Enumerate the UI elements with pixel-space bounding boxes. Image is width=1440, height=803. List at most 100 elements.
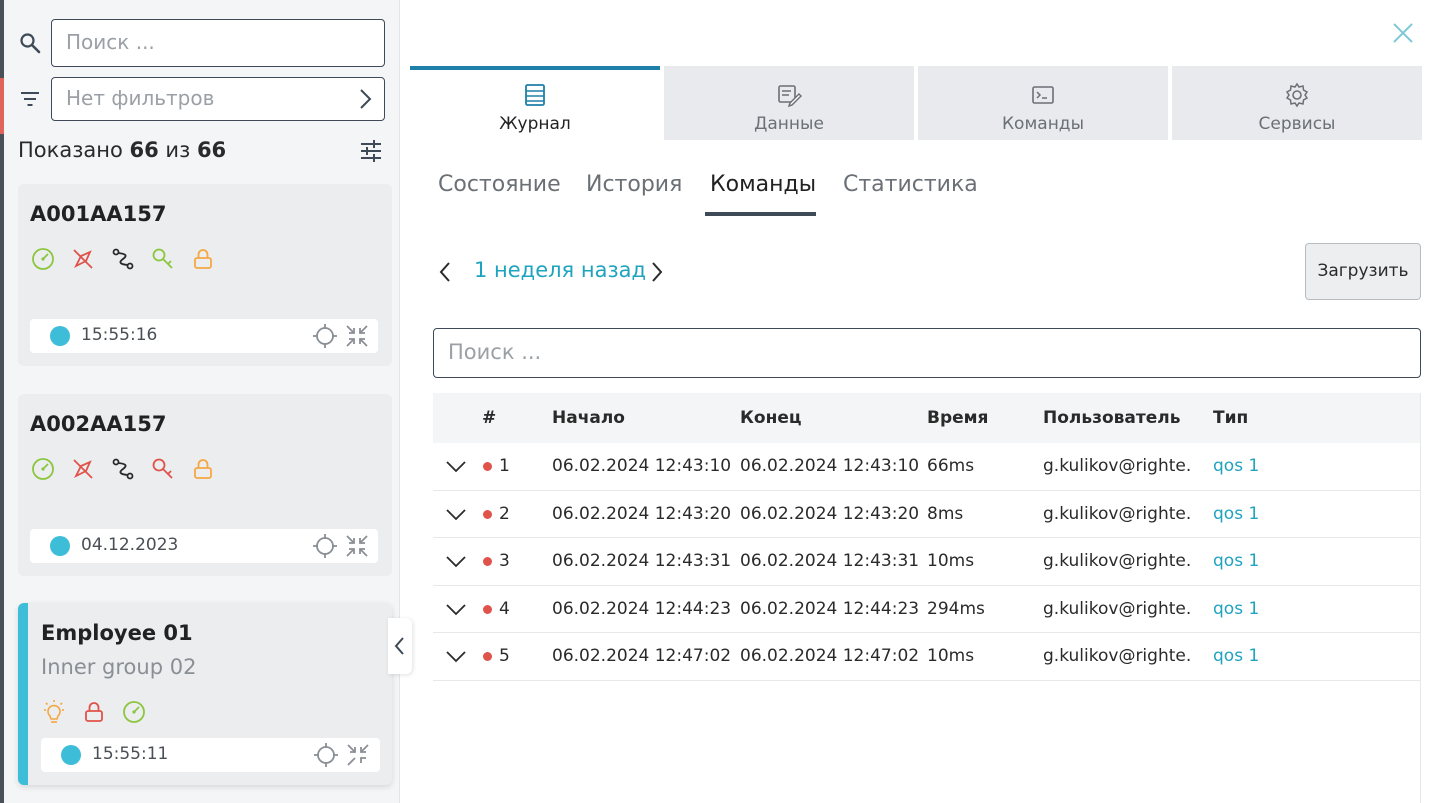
- row-end: 06.02.2024 12:43:10: [740, 456, 920, 476]
- close-icon[interactable]: [1390, 20, 1416, 46]
- table-header: # Начало Конец Время Пользователь Тип: [433, 393, 1421, 443]
- table-row[interactable]: 1 06.02.2024 12:43:10 06.02.2024 12:43:1…: [433, 443, 1421, 491]
- load-button[interactable]: Загрузить: [1305, 243, 1421, 300]
- tab-services-label: Сервисы: [1258, 114, 1336, 134]
- lock-icon: [190, 246, 216, 272]
- chevron-left-icon[interactable]: [438, 260, 452, 288]
- sidebar-search-input[interactable]: Поиск ...: [51, 19, 385, 67]
- table-row[interactable]: 2 06.02.2024 12:43:20 06.02.2024 12:43:2…: [433, 491, 1421, 539]
- bulb-icon: [41, 699, 67, 725]
- chevron-right-icon[interactable]: [650, 260, 664, 288]
- row-user: g.kulikov@righte...: [1043, 503, 1191, 524]
- unit-status-bar: 15:55:11: [41, 738, 380, 772]
- key-icon: [150, 456, 176, 482]
- column-header-type[interactable]: Тип: [1213, 408, 1248, 428]
- chevron-down-icon[interactable]: [445, 504, 467, 529]
- sidebar-collapse-toggle[interactable]: [388, 618, 412, 674]
- unit-group: Inner group 02: [41, 655, 197, 679]
- row-type-link[interactable]: qos 1: [1213, 646, 1259, 666]
- unit-title: Employee 01: [41, 621, 193, 645]
- chevron-down-icon[interactable]: [445, 599, 467, 624]
- collapse-arrows-icon[interactable]: [345, 742, 371, 768]
- tab-journal[interactable]: Журнал: [410, 66, 660, 140]
- column-header-number[interactable]: #: [482, 408, 496, 428]
- journal-icon: [522, 82, 548, 108]
- status-dot: [483, 462, 492, 471]
- row-type-link[interactable]: qos 1: [1213, 456, 1259, 476]
- locate-crosshair-icon[interactable]: [312, 533, 338, 559]
- tab-commands[interactable]: Команды: [918, 66, 1168, 140]
- row-type-link[interactable]: qos 1: [1213, 551, 1259, 571]
- tab-services[interactable]: Сервисы: [1172, 66, 1422, 140]
- row-user: g.kulikov@righte...: [1043, 456, 1191, 476]
- chevron-down-icon[interactable]: [445, 456, 467, 481]
- table-row[interactable]: 3 06.02.2024 12:43:31 06.02.2024 12:43:3…: [433, 538, 1421, 586]
- period-navigator: 1 неделя назад: [438, 258, 678, 288]
- subtab-commands[interactable]: Команды: [710, 172, 816, 197]
- shown-of: из: [165, 138, 191, 162]
- tune-settings-icon[interactable]: [358, 138, 384, 164]
- column-header-end[interactable]: Конец: [740, 408, 801, 428]
- filter-selector-label: Нет фильтров: [66, 86, 215, 110]
- column-header-user[interactable]: Пользователь: [1043, 408, 1180, 428]
- collapse-arrows-icon[interactable]: [344, 533, 370, 559]
- table-row[interactable]: 5 06.02.2024 12:47:02 06.02.2024 12:47:0…: [433, 633, 1421, 681]
- shown-total: 66: [196, 138, 227, 162]
- row-user: g.kulikov@righte...: [1043, 598, 1191, 619]
- shown-count: 66: [129, 138, 159, 162]
- status-dot: [483, 652, 492, 662]
- column-header-time[interactable]: Время: [927, 408, 988, 428]
- commands-table: # Начало Конец Время Пользователь Тип 1 …: [433, 393, 1421, 681]
- unit-status-bar: 04.12.2023: [30, 529, 378, 563]
- row-end: 06.02.2024 12:43:20: [740, 503, 920, 524]
- shown-prefix: Показано: [18, 138, 123, 162]
- row-number: 4: [499, 598, 510, 619]
- status-dot: [50, 326, 70, 346]
- chevron-down-icon[interactable]: [445, 551, 467, 576]
- filter-icon[interactable]: [18, 87, 42, 111]
- lock-icon: [190, 456, 216, 482]
- collapse-arrows-icon[interactable]: [344, 323, 370, 349]
- status-dot: [483, 604, 492, 614]
- table-search-input[interactable]: Поиск ...: [433, 328, 1421, 378]
- active-subtab-underline: [705, 212, 816, 216]
- status-time: 04.12.2023: [81, 535, 179, 555]
- tab-data[interactable]: Данные: [664, 66, 914, 140]
- table-right-border: [1420, 393, 1421, 803]
- locate-crosshair-icon[interactable]: [313, 742, 339, 768]
- row-duration: 10ms: [927, 646, 975, 667]
- sidebar-filter-row: Нет фильтров: [18, 77, 386, 121]
- row-user: g.kulikov@righte...: [1043, 646, 1191, 667]
- data-icon: [776, 82, 803, 108]
- route-icon: [110, 246, 136, 272]
- row-number: 2: [499, 503, 510, 524]
- row-type-link[interactable]: qos 1: [1213, 504, 1259, 524]
- status-dot: [50, 536, 70, 556]
- main-tabs: Журнал Данные Команды Сервисы: [410, 66, 1422, 140]
- row-start: 06.02.2024 12:43:10: [552, 456, 732, 476]
- unit-sensor-icons: [30, 456, 216, 482]
- no-gps-icon: [70, 246, 96, 272]
- unit-card[interactable]: A002AA157 04.12.2023: [18, 394, 392, 576]
- row-type-link[interactable]: qos 1: [1213, 599, 1259, 619]
- unit-card-selected[interactable]: Employee 01 Inner group 02 15:55:11: [18, 603, 392, 785]
- status-dot: [483, 509, 492, 519]
- period-label[interactable]: 1 неделя назад: [474, 258, 646, 282]
- subtab-statistics[interactable]: Статистика: [843, 172, 978, 197]
- status-dot: [483, 557, 492, 567]
- filter-selector[interactable]: Нет фильтров: [51, 77, 385, 121]
- subtab-state[interactable]: Состояние: [438, 172, 561, 197]
- chevron-down-icon[interactable]: [445, 646, 467, 671]
- search-icon: [18, 31, 42, 55]
- row-duration: 66ms: [927, 456, 975, 476]
- row-start: 06.02.2024 12:44:23: [552, 598, 732, 619]
- unit-card[interactable]: A001AA157 15:55:16: [18, 184, 392, 366]
- table-row[interactable]: 4 06.02.2024 12:44:23 06.02.2024 12:44:2…: [433, 586, 1421, 634]
- shown-counter: Показано 66 из 66: [18, 138, 226, 162]
- locate-crosshair-icon[interactable]: [312, 323, 338, 349]
- row-start: 06.02.2024 12:47:02: [552, 646, 732, 667]
- terminal-icon: [1030, 82, 1056, 108]
- gear-icon: [1284, 82, 1310, 108]
- column-header-start[interactable]: Начало: [552, 408, 625, 428]
- subtab-history[interactable]: История: [586, 172, 682, 197]
